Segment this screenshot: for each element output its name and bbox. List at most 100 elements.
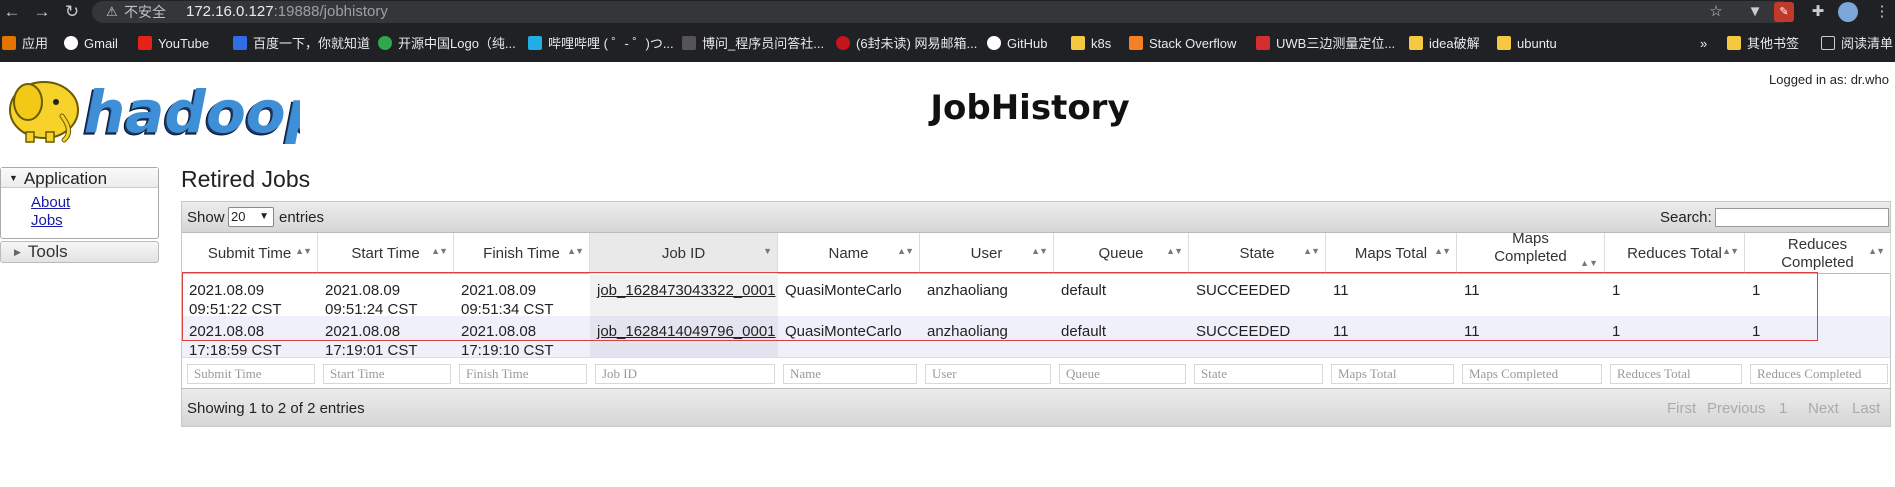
github-icon: [987, 36, 1001, 50]
filter-row: Submit Time Start Time Finish Time Job I…: [182, 357, 1890, 388]
filter-submit-time[interactable]: Submit Time: [187, 364, 315, 384]
cell-finish-time: 2021.08.09 09:51:34 CST: [461, 282, 554, 318]
col-header-job-id[interactable]: Job ID ▼: [590, 233, 778, 274]
filter-name[interactable]: Name: [783, 364, 917, 384]
sort-icon: ▲▼: [567, 246, 584, 256]
triangle-down-icon: ▼: [9, 173, 18, 183]
extension-red-icon[interactable]: ✎: [1774, 2, 1794, 22]
pagination-first[interactable]: First: [1667, 400, 1696, 417]
table-row[interactable]: 2021.08.09 09:51:22 CST 2021.08.09 09:51:2…: [182, 275, 1890, 318]
logo-wordmark-front: hadoop: [84, 78, 300, 144]
cell-name: QuasiMonteCarlo: [785, 323, 902, 340]
filter-finish-time[interactable]: Finish Time: [459, 364, 587, 384]
reload-icon[interactable]: ↻: [62, 0, 82, 24]
bilibili-icon: [528, 36, 542, 50]
filter-state[interactable]: State: [1194, 364, 1323, 384]
address-bar: ← → ↻ ⚠ 不安全 172.16.0.127:19888/jobhistor…: [0, 0, 1895, 26]
search-label: Search:: [1660, 209, 1712, 226]
nav-link-jobs[interactable]: Jobs: [31, 212, 63, 229]
bookmark-bilibili[interactable]: 哔哩哔哩 ( ゜- ゜)つ...: [528, 32, 674, 56]
filter-queue[interactable]: Queue: [1059, 364, 1186, 384]
pagination-page-1[interactable]: 1: [1779, 400, 1787, 417]
col-header-start-time[interactable]: Start Time ▲▼: [318, 233, 454, 274]
bookmark-reading-list[interactable]: 阅读清单: [1821, 32, 1893, 56]
bookmark-k8s[interactable]: k8s: [1071, 32, 1111, 56]
show-label: Show: [187, 209, 225, 226]
bookmark-netease-mail[interactable]: (6封未读) 网易邮箱...: [836, 32, 977, 56]
filter-job-id[interactable]: Job ID: [595, 364, 775, 384]
search-input[interactable]: [1715, 208, 1889, 227]
bookmark-uwb[interactable]: UWB三边测量定位...: [1256, 32, 1395, 56]
bookmarks-overflow[interactable]: »: [1700, 32, 1707, 56]
hadoop-logo[interactable]: hadoop hadoop: [4, 72, 327, 149]
bookmark-stackoverflow[interactable]: Stack Overflow: [1129, 32, 1236, 56]
pagination-last[interactable]: Last: [1852, 400, 1880, 417]
puzzle-icon[interactable]: ✚: [1808, 2, 1828, 22]
job-id-link[interactable]: job_1628473043322_0001: [597, 282, 776, 299]
table-toolbar: Show 20 ▼ entries Search:: [182, 202, 1890, 233]
cell-submit-time: 2021.08.09 09:51:22 CST: [189, 282, 282, 318]
bookmark-youtube[interactable]: YouTube: [138, 32, 209, 56]
col-header-reduces-completed[interactable]: Reduces Completed ▲▼: [1745, 233, 1891, 274]
cell-reduces-completed: 1: [1752, 282, 1761, 299]
col-header-user[interactable]: User ▲▼: [920, 233, 1054, 274]
table-info: Showing 1 to 2 of 2 entries: [187, 400, 365, 417]
profile-avatar-icon[interactable]: [1838, 2, 1858, 22]
forward-arrow-icon[interactable]: →: [32, 0, 52, 24]
col-header-reduces-total[interactable]: Reduces Total ▲▼: [1605, 233, 1745, 274]
filter-user[interactable]: User: [925, 364, 1051, 384]
bookmark-apps[interactable]: 应用: [2, 32, 48, 56]
warning-icon[interactable]: ⚠: [106, 2, 118, 22]
url-text[interactable]: 172.16.0.127:19888/jobhistory: [186, 1, 388, 23]
col-header-state[interactable]: State ▲▼: [1189, 233, 1326, 274]
cell-reduces-total: 1: [1612, 323, 1621, 340]
job-id-link[interactable]: job_1628414049796_0001: [597, 323, 776, 340]
url-path: :19888/jobhistory: [273, 3, 388, 20]
bookmark-cnblogs[interactable]: 博问_程序员问答社...: [682, 32, 824, 56]
nav-tools-label: Tools: [27, 242, 68, 261]
pagination-previous[interactable]: Previous: [1707, 400, 1765, 417]
cell-state: SUCCEEDED: [1196, 323, 1291, 340]
filter-maps-completed[interactable]: Maps Completed: [1462, 364, 1602, 384]
nav-application-header[interactable]: ▼ Application: [1, 168, 158, 188]
cell-reduces-completed: 1: [1752, 323, 1761, 340]
bookmark-gmail[interactable]: Gmail: [64, 32, 118, 56]
col-header-name[interactable]: Name ▲▼: [778, 233, 920, 274]
browser-chrome: ← → ↻ ⚠ 不安全 172.16.0.127:19888/jobhistor…: [0, 0, 1895, 62]
cnblogs-icon: [682, 36, 696, 50]
bookmark-github[interactable]: GitHub: [987, 32, 1047, 56]
sort-icon: ▲▼: [1868, 246, 1885, 256]
filter-start-time[interactable]: Start Time: [323, 364, 451, 384]
star-icon[interactable]: ☆: [1706, 2, 1726, 22]
filter-maps-total[interactable]: Maps Total: [1331, 364, 1454, 384]
back-arrow-icon[interactable]: ←: [2, 0, 22, 24]
filter-reduces-completed[interactable]: Reduces Completed: [1750, 364, 1888, 384]
col-header-maps-completed[interactable]: Maps Completed ▲▼: [1457, 230, 1605, 274]
col-header-finish-time[interactable]: Finish Time ▲▼: [454, 233, 590, 274]
bookmark-baidu[interactable]: 百度一下，你就知道: [233, 32, 370, 56]
table-row[interactable]: 2021.08.08 17:18:59 CST 2021.08.08 17:19:0…: [182, 316, 1890, 359]
sort-desc-icon: ▼: [763, 246, 772, 256]
bookmark-other[interactable]: 其他书签: [1727, 32, 1799, 56]
bookmark-oschina[interactable]: 开源中国Logo（纯...: [378, 32, 516, 56]
bookmark-idea[interactable]: idea破解: [1409, 32, 1480, 56]
col-header-maps-total[interactable]: Maps Total ▲▼: [1326, 233, 1457, 274]
bookmark-ubuntu[interactable]: ubuntu: [1497, 32, 1557, 56]
cell-name: QuasiMonteCarlo: [785, 282, 902, 299]
extension-icon[interactable]: ▼: [1745, 2, 1765, 22]
nav-tools-header[interactable]: ▶ Tools: [0, 241, 159, 263]
pagination-next[interactable]: Next: [1808, 400, 1839, 417]
oschina-icon: [378, 36, 392, 50]
page-length-select[interactable]: 20 ▼: [228, 207, 274, 227]
col-header-submit-time[interactable]: Submit Time ▲▼: [182, 233, 318, 274]
cell-finish-time: 2021.08.08 17:19:10 CST: [461, 323, 554, 359]
sort-icon: ▲▼: [431, 246, 448, 256]
security-label[interactable]: 不安全: [124, 1, 166, 23]
reading-list-icon: [1821, 36, 1835, 50]
nav-link-about[interactable]: About: [31, 194, 70, 211]
filter-reduces-total[interactable]: Reduces Total: [1610, 364, 1742, 384]
menu-dots-icon[interactable]: ⋮: [1872, 2, 1892, 22]
table-footer: Showing 1 to 2 of 2 entries First Previo…: [182, 388, 1890, 426]
col-header-queue[interactable]: Queue ▲▼: [1054, 233, 1189, 274]
cell-queue: default: [1061, 282, 1107, 299]
